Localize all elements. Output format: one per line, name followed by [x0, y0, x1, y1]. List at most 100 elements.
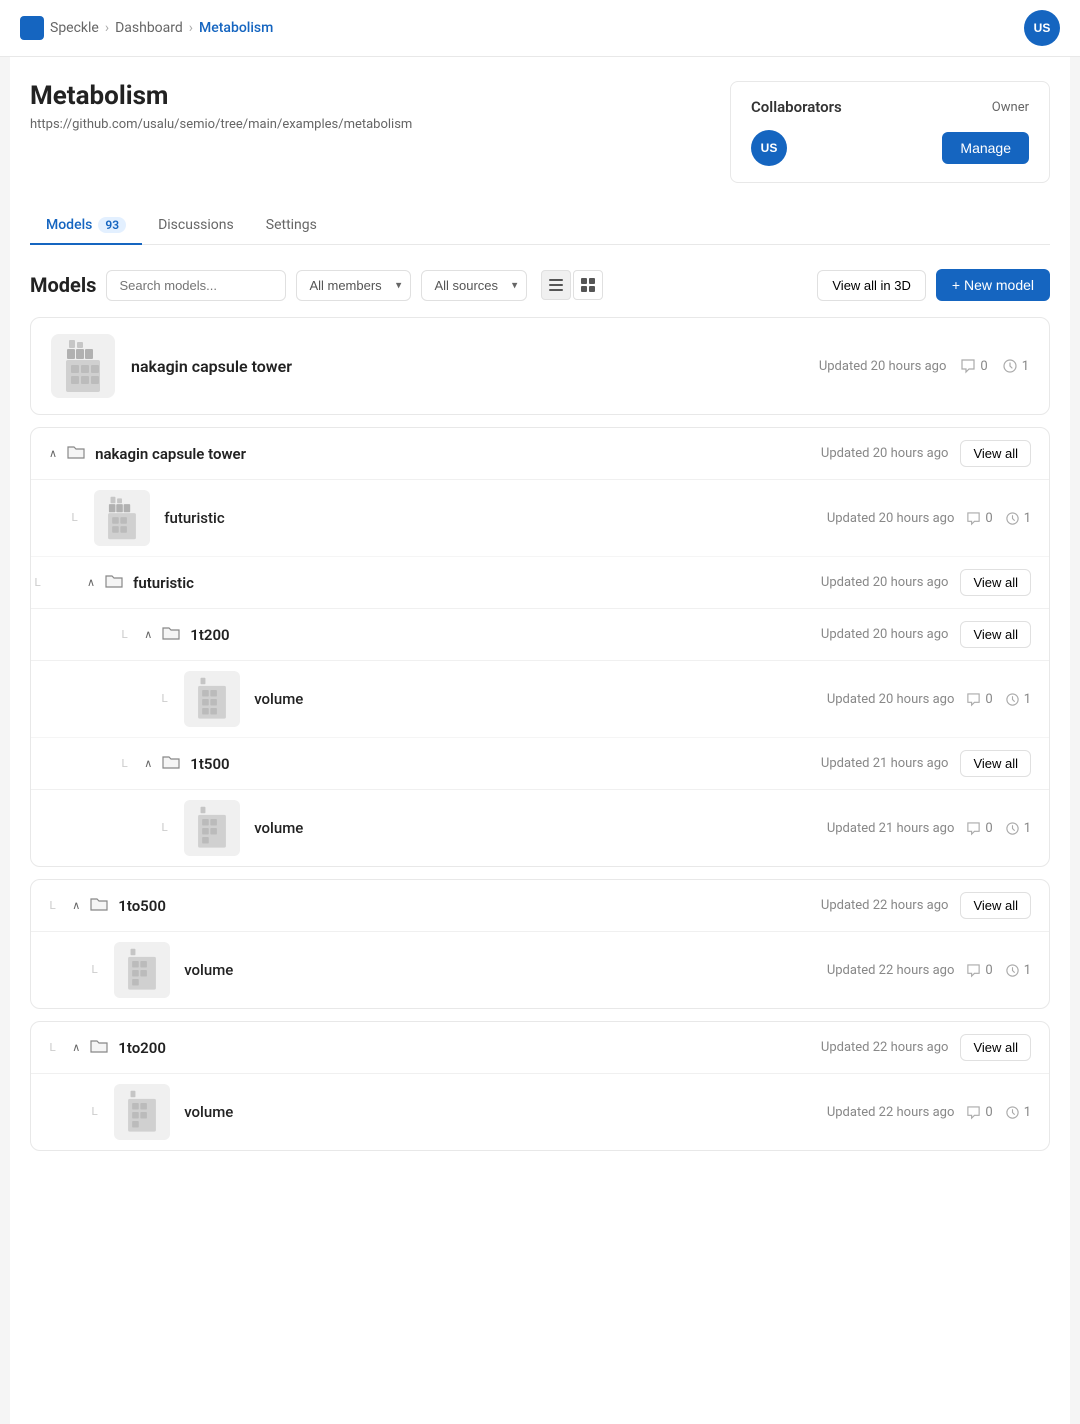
sub-item-volume-1t500[interactable]: L volume Updated 21 hours ago 0 — [31, 790, 1049, 866]
view-all-futuristic[interactable]: View all — [960, 569, 1031, 596]
updated-time: Updated 20 hours ago — [819, 359, 947, 374]
l-connector-volume-1to500: L — [91, 963, 98, 977]
building-thumb-volume-1t500 — [194, 806, 230, 850]
folder-updated-1to500: Updated 22 hours ago — [821, 898, 949, 913]
view-all-1to200[interactable]: View all — [960, 1034, 1031, 1061]
l-connector-1t200: L — [121, 628, 128, 642]
comment-icon — [960, 358, 976, 374]
versions-volume-1t500: 1 — [1005, 821, 1031, 836]
folder-row-1t200[interactable]: L ∧ 1t200 Updated 20 hours ago View all — [31, 609, 1049, 661]
sub-item-volume-1to500[interactable]: L volume Updated 22 hours ago 0 — [31, 932, 1049, 1008]
collaborator-avatar[interactable]: US — [751, 130, 787, 166]
building-thumb-futuristic — [104, 496, 140, 540]
sub-updated-volume-1t500: Updated 21 hours ago — [827, 821, 955, 836]
sub-meta-volume-1t500: Updated 21 hours ago 0 1 — [827, 821, 1031, 836]
l-connector-volume-1to200: L — [91, 1105, 98, 1119]
chevron-1t200[interactable]: ∧ — [144, 628, 152, 641]
chevron-futuristic[interactable]: ∧ — [87, 576, 95, 589]
project-header: Metabolism https://github.com/usalu/semi… — [30, 81, 1050, 183]
sub-item-volume-1to200[interactable]: L volume Updated 22 hours ago 0 — [31, 1074, 1049, 1150]
model-card-nakagin-top[interactable]: nakagin capsule tower Updated 20 hours a… — [30, 317, 1050, 415]
sub-updated-volume-1to500: Updated 22 hours ago — [827, 963, 955, 978]
sources-filter[interactable]: All sources — [421, 270, 527, 301]
view-all-1t200[interactable]: View all — [960, 621, 1031, 648]
project-url[interactable]: https://github.com/usalu/semio/tree/main… — [30, 117, 412, 132]
models-section-title: Models — [30, 273, 96, 297]
comments-volume-1t200: 0 — [966, 692, 992, 707]
grid-icon — [581, 278, 595, 292]
folder-row-1to200-outer[interactable]: L ∧ 1to200 Updated 22 hours ago View all — [31, 1022, 1049, 1074]
tab-models[interactable]: Models 93 — [30, 207, 142, 245]
view-all-nakagin[interactable]: View all — [960, 440, 1031, 467]
folder-updated-1to200: Updated 22 hours ago — [821, 1040, 949, 1055]
sub-updated-volume-1to200: Updated 22 hours ago — [827, 1105, 955, 1120]
folder-row-1to500-outer[interactable]: L ∧ 1to500 Updated 22 hours ago View all — [31, 880, 1049, 932]
user-avatar-button[interactable]: US — [1024, 10, 1060, 46]
sub-thumbnail-volume-1t200 — [184, 671, 240, 727]
new-model-button[interactable]: + New model — [936, 269, 1050, 301]
chevron-nakagin[interactable]: ∧ — [49, 447, 57, 460]
comment-count: 0 — [960, 358, 987, 374]
search-input[interactable] — [106, 270, 286, 301]
chevron-1t500[interactable]: ∧ — [144, 757, 152, 770]
building-thumb-volume-1to500 — [124, 948, 160, 992]
tab-discussions[interactable]: Discussions — [142, 207, 250, 245]
versions-volume-1to200: 1 — [1005, 1105, 1031, 1120]
comments-volume-1to500: 0 — [966, 963, 992, 978]
sub-meta-volume-1to200: Updated 22 hours ago 0 1 — [827, 1105, 1031, 1120]
list-view-button[interactable] — [541, 270, 571, 300]
version-count: 1 — [1002, 358, 1029, 374]
list-icon — [549, 278, 563, 292]
l-connector-volume-1t500: L — [161, 821, 168, 835]
view-all-1t500[interactable]: View all — [960, 750, 1031, 777]
folder-icon-1t500 — [162, 754, 180, 774]
folder-name-futuristic-sub: futuristic — [133, 574, 811, 592]
folder-updated-nakagin: Updated 20 hours ago — [821, 446, 949, 461]
chevron-1to200[interactable]: ∧ — [72, 1041, 80, 1054]
view-all-3d-button[interactable]: View all in 3D — [817, 270, 926, 301]
sub-item-volume-1t200[interactable]: L volume Updated 20 hours ago — [31, 661, 1049, 738]
speckle-logo[interactable] — [20, 16, 44, 40]
breadcrumb: Speckle › Dashboard › Metabolism — [20, 16, 273, 40]
sub-comments-futuristic: 0 — [966, 511, 992, 526]
folder-svg-1to200 — [90, 1038, 108, 1054]
tab-settings[interactable]: Settings — [250, 207, 333, 245]
folder-row-1t500[interactable]: L ∧ 1t500 Updated 21 hours ago View all — [31, 738, 1049, 790]
breadcrumb-speckle[interactable]: Speckle — [50, 20, 99, 36]
folder-row-futuristic[interactable]: L ∧ futuristic Updated 20 hours ago View… — [31, 557, 1049, 609]
view-all-1to500[interactable]: View all — [960, 892, 1031, 919]
folder-meta-1to500: Updated 22 hours ago View all — [821, 892, 1031, 919]
sources-filter-wrapper: All sources — [421, 270, 527, 301]
sub-name-volume-1to200: volume — [184, 1103, 813, 1121]
models-badge: 93 — [98, 217, 126, 233]
folder-meta-1t500: Updated 21 hours ago View all — [821, 750, 1031, 777]
folder-svg-futuristic — [105, 573, 123, 589]
main-content: Metabolism https://github.com/usalu/semi… — [10, 57, 1070, 1424]
sub-item-futuristic[interactable]: L futuristic Updated 20 hours ago — [31, 480, 1049, 557]
comments-volume-1to200: 0 — [966, 1105, 992, 1120]
model-meta: Updated 20 hours ago 0 1 — [819, 358, 1029, 374]
grid-view-button[interactable] — [573, 270, 603, 300]
owner-label: Owner — [992, 100, 1029, 115]
folder-svg-1t200 — [162, 625, 180, 641]
folder-meta-1t200: Updated 20 hours ago View all — [821, 621, 1031, 648]
folder-icon-1to500 — [90, 896, 108, 916]
folder-name-1to500: 1to500 — [118, 897, 811, 915]
members-filter[interactable]: All members — [296, 270, 411, 301]
version-icon-v1t500 — [1005, 821, 1020, 836]
versions-volume-1to500: 1 — [1005, 963, 1031, 978]
folder-updated-1t200: Updated 20 hours ago — [821, 627, 949, 642]
building-thumb-volume-1to200 — [124, 1090, 160, 1134]
breadcrumb-dashboard[interactable]: Dashboard — [115, 20, 183, 36]
folder-row-nakagin[interactable]: ∧ nakagin capsule tower Updated 20 hours… — [31, 428, 1049, 480]
comment-icon-v1t200 — [966, 692, 981, 707]
sub-name-volume-1t500: volume — [254, 819, 813, 837]
versions-volume-1t200: 1 — [1005, 692, 1031, 707]
folder-meta-futuristic: Updated 20 hours ago View all — [821, 569, 1031, 596]
folder-icon-nakagin — [67, 444, 85, 464]
chevron-1to500[interactable]: ∧ — [72, 899, 80, 912]
l-connector-1to200-outer: L — [49, 1041, 56, 1055]
manage-button[interactable]: Manage — [942, 132, 1029, 164]
folder-group-nakagin: ∧ nakagin capsule tower Updated 20 hours… — [30, 427, 1050, 867]
model-thumbnail — [51, 334, 115, 398]
